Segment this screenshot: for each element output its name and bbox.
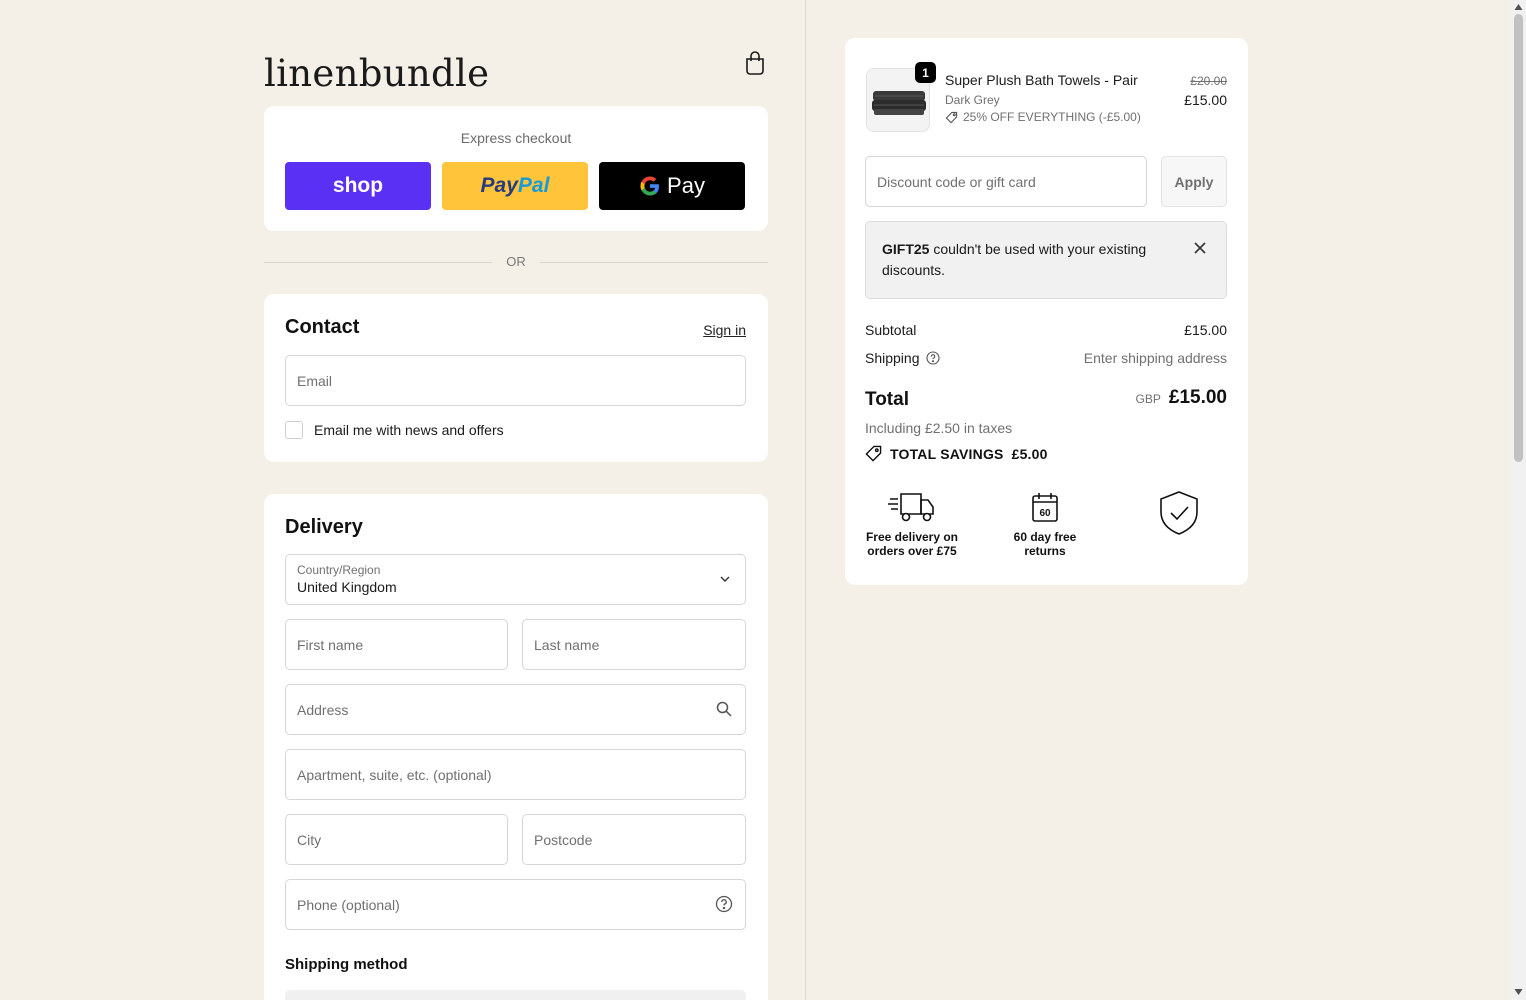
taxes-note: Including £2.50 in taxes: [865, 420, 1013, 436]
email-field[interactable]: Email: [285, 355, 746, 406]
total-savings-value: £5.00: [1011, 445, 1048, 462]
help-circle-icon[interactable]: [925, 351, 940, 365]
contact-section: Contact Sign in Email Email me with news…: [264, 294, 768, 462]
chevron-down-icon: [720, 576, 730, 582]
city-placeholder: City: [297, 831, 322, 848]
last-name-placeholder: Last name: [534, 636, 600, 653]
total-amount-group: GBP £15.00: [1136, 387, 1227, 409]
brand-logo[interactable]: linenbundle: [264, 52, 489, 95]
product-variant: Dark Grey: [945, 93, 1000, 107]
google-g-icon: [640, 176, 660, 196]
tag-icon: [865, 445, 882, 462]
shopping-bag-icon[interactable]: [744, 50, 766, 76]
total-savings: TOTAL SAVINGS £5.00: [865, 445, 1048, 462]
or-line-right: [540, 262, 768, 263]
last-name-field[interactable]: Last name: [522, 619, 746, 670]
paypal-label-pay: Pay: [480, 174, 518, 197]
email-placeholder: Email: [297, 372, 333, 389]
search-icon: [716, 701, 732, 717]
address-field[interactable]: Address: [285, 684, 746, 735]
subtotal-label: Subtotal: [865, 322, 917, 338]
country-label: Country/Region: [297, 563, 381, 577]
delivery-title: Delivery: [285, 516, 363, 538]
product-discount: 25% OFF EVERYTHING (-£5.00): [945, 110, 1141, 124]
paypal-button[interactable]: Pay Pal: [442, 162, 588, 210]
calendar-icon: 60: [1032, 493, 1058, 522]
scroll-down-arrow-icon[interactable]: [1514, 988, 1523, 996]
discount-error-banner: GIFT25 couldn't be used with your existi…: [865, 221, 1227, 299]
returns-line1: 60 day free: [1013, 530, 1077, 544]
product-price: £15.00: [1184, 92, 1227, 108]
shipping-label: Shipping: [865, 350, 920, 366]
country-value: United Kingdom: [297, 579, 397, 595]
total-savings-label: TOTAL SAVINGS: [890, 445, 1004, 462]
phone-placeholder: Phone (optional): [297, 896, 400, 913]
shop-pay-button[interactable]: shop: [285, 162, 431, 210]
order-summary: 1 Super Plush Bath Towels - Pair Dark Gr…: [845, 38, 1248, 585]
returns-badge: 60 60 day free returns: [995, 490, 1095, 558]
shipping-method-placeholder-box: [285, 990, 746, 1000]
returns-line2: returns: [1024, 544, 1066, 558]
scroll-up-arrow-icon[interactable]: [1514, 3, 1523, 11]
column-divider: [805, 0, 806, 1000]
free-delivery-line2: orders over £75: [867, 544, 957, 558]
free-delivery-line1: Free delivery on: [865, 530, 959, 544]
currency-code: GBP: [1135, 392, 1161, 406]
first-name-placeholder: First name: [297, 636, 364, 653]
product-discount-text: 25% OFF EVERYTHING (-£5.00): [963, 110, 1141, 124]
news-checkbox[interactable]: [285, 421, 303, 439]
news-label: Email me with news and offers: [314, 422, 504, 438]
or-separator: OR: [264, 254, 768, 270]
shipping-method-title: Shipping method: [285, 956, 408, 973]
delivery-section: Delivery Country/Region United Kingdom F…: [264, 494, 768, 1000]
quantity-badge: 1: [915, 62, 936, 83]
contact-title: Contact: [285, 316, 360, 338]
shipping-value: Enter shipping address: [1083, 350, 1227, 366]
first-name-field[interactable]: First name: [285, 619, 508, 670]
discount-code-input[interactable]: Discount code or gift card: [865, 156, 1147, 207]
tag-icon: [945, 111, 958, 123]
paypal-label-pal: Pal: [517, 174, 550, 197]
google-pay-button[interactable]: Pay: [599, 162, 745, 210]
google-pay-label: Pay: [667, 173, 705, 198]
help-circle-icon[interactable]: [715, 895, 733, 913]
express-checkout-title: Express checkout: [460, 130, 572, 146]
shop-pay-label: shop: [332, 174, 384, 197]
delivery-truck-icon: [888, 493, 934, 522]
close-icon[interactable]: [1193, 241, 1207, 255]
address-placeholder: Address: [297, 701, 349, 718]
phone-field[interactable]: Phone (optional): [285, 879, 746, 930]
city-field[interactable]: City: [285, 814, 508, 865]
total-label: Total: [865, 389, 909, 410]
free-delivery-badge: Free delivery on orders over £75: [862, 490, 962, 558]
news-opt-in: Email me with news and offers: [285, 421, 504, 439]
subtotal-value: £15.00: [1184, 322, 1227, 338]
shipping-row-label: Shipping: [865, 350, 940, 366]
apartment-placeholder: Apartment, suite, etc. (optional): [297, 766, 492, 783]
secure-badge: [1129, 490, 1229, 542]
total-value: £15.00: [1168, 387, 1227, 408]
country-select[interactable]: Country/Region United Kingdom: [285, 554, 746, 605]
postcode-placeholder: Postcode: [534, 831, 593, 848]
calendar-number: 60: [1039, 508, 1051, 519]
apartment-field[interactable]: Apartment, suite, etc. (optional): [285, 749, 746, 800]
product-original-price: £20.00: [1190, 74, 1227, 88]
shield-check-icon: [1160, 491, 1198, 535]
apply-discount-button[interactable]: Apply: [1161, 156, 1227, 207]
postcode-field[interactable]: Postcode: [522, 814, 746, 865]
page-scrollbar[interactable]: [1511, 0, 1526, 1000]
discount-code-placeholder: Discount code or gift card: [877, 173, 1036, 190]
express-checkout-card: Express checkout shop Pay Pal Pay: [264, 106, 768, 231]
discount-error-code: GIFT25: [882, 241, 930, 257]
product-name: Super Plush Bath Towels - Pair: [945, 72, 1138, 88]
scrollbar-thumb[interactable]: [1514, 14, 1523, 462]
sign-in-link[interactable]: Sign in: [703, 322, 746, 338]
